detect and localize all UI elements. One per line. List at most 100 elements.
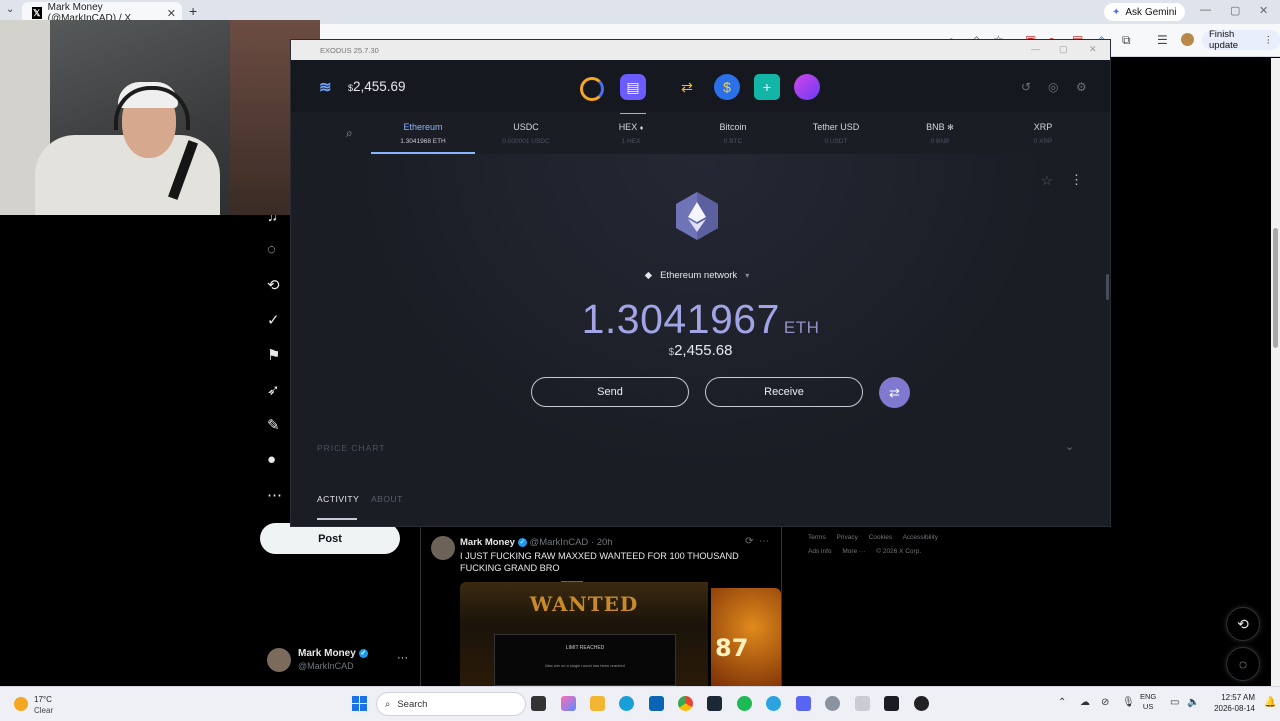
tray-network-off-icon[interactable]: ⊘: [1101, 697, 1109, 708]
copilot-icon[interactable]: [561, 696, 576, 711]
close-window-icon[interactable]: ✕: [1259, 4, 1268, 17]
steam-icon[interactable]: [707, 696, 722, 711]
send-button[interactable]: Send: [531, 377, 689, 407]
language-indicator[interactable]: ENG US: [1140, 692, 1156, 712]
tray-mic-icon[interactable]: 🎙: [1122, 697, 1135, 708]
favorite-star-icon[interactable]: ☆: [1041, 173, 1053, 189]
asset-tab-usdc[interactable]: USDC 0.000001 USDC: [474, 114, 578, 154]
history-icon[interactable]: ↺: [1021, 80, 1031, 94]
task-view-icon[interactable]: [531, 696, 546, 711]
network-selector[interactable]: ◆ Ethereum network ▾: [634, 264, 760, 286]
exodus-close-icon[interactable]: ✕: [1089, 44, 1097, 55]
portfolio-icon[interactable]: [580, 77, 604, 101]
nft-icon[interactable]: [794, 74, 820, 100]
obs-icon[interactable]: [914, 696, 929, 711]
wallet-icon[interactable]: ▤: [620, 74, 646, 100]
minimize-icon[interactable]: —: [1200, 4, 1211, 16]
tray-chevron-icon[interactable]: ⌃: [1058, 697, 1066, 708]
asset-tab-hex[interactable]: HEX ♦ 1 HEX: [579, 114, 683, 154]
grok-fab-icon[interactable]: ⟲: [1226, 607, 1260, 641]
exodus-logo-icon[interactable]: ≋: [319, 78, 332, 96]
tweet-time[interactable]: · 20h: [591, 537, 613, 548]
tab-close-icon[interactable]: ✕: [167, 7, 176, 20]
profile-settings-icon[interactable]: ◎: [1048, 80, 1058, 94]
exodus-taskbar-icon[interactable]: [884, 696, 899, 711]
start-button[interactable]: [352, 696, 367, 711]
page-scrollbar[interactable]: [1271, 58, 1280, 686]
taskbar-search[interactable]: ⌕ Search: [376, 692, 526, 716]
asset-tab-tether[interactable]: Tether USD 0 USDT: [784, 114, 888, 154]
tweet-handle[interactable]: @MarkInCAD: [530, 537, 589, 548]
asset-tab-ethereum[interactable]: Ethereum 1.3041968 ETH: [371, 114, 475, 154]
rocket-icon[interactable]: ➶: [267, 381, 280, 399]
file-explorer-icon[interactable]: [590, 696, 605, 711]
footer-more[interactable]: More ···: [842, 548, 865, 555]
edge-icon[interactable]: [619, 696, 634, 711]
system-clock[interactable]: 12:57 AM 2026-08-14: [1205, 692, 1255, 714]
tweet-avatar[interactable]: [431, 536, 455, 560]
visual-studio-icon[interactable]: [649, 696, 664, 711]
swap-button[interactable]: ⇄: [879, 377, 910, 408]
spotify-icon[interactable]: [737, 696, 752, 711]
exodus-scrollbar[interactable]: [1106, 274, 1109, 300]
weather-widget[interactable]: 17°C Clear: [12, 692, 82, 718]
account-more-icon[interactable]: ···: [397, 652, 408, 664]
coin-s-icon[interactable]: $: [714, 74, 740, 100]
messages-icon[interactable]: ◌: [267, 241, 276, 258]
footer-cookies[interactable]: Cookies: [869, 534, 892, 541]
ask-gemini-button[interactable]: ✦ Ask Gemini: [1104, 3, 1185, 21]
exodus-maximize-icon[interactable]: ▢: [1059, 44, 1068, 55]
chrome-icon[interactable]: [678, 696, 693, 711]
tweet[interactable]: Mark Money ✓ @MarkInCAD · 20h ⟳ ⋯ I JUST …: [420, 526, 782, 686]
extensions-puzzle-icon[interactable]: ⧉: [1122, 33, 1131, 48]
footer-privacy[interactable]: Privacy: [837, 534, 858, 541]
footer-terms[interactable]: Terms: [808, 534, 826, 541]
more-options-icon[interactable]: ⋮: [1070, 172, 1083, 188]
asset-tab-xrp[interactable]: XRP 0 XRP: [991, 114, 1095, 154]
exchange-icon[interactable]: ⇄: [674, 74, 700, 100]
profile-icon[interactable]: ●: [267, 451, 276, 468]
tray-network-icon[interactable]: ▭: [1170, 697, 1179, 708]
telegram-icon[interactable]: [766, 696, 781, 711]
page-scrollbar-thumb[interactable]: [1273, 228, 1278, 348]
new-tab-icon[interactable]: +: [189, 3, 197, 19]
finish-update-button[interactable]: Finish update ⋮: [1202, 29, 1280, 51]
chevron-down-icon[interactable]: ⌄: [1065, 440, 1074, 453]
drafts-icon[interactable]: ✎: [267, 416, 280, 434]
more-icon[interactable]: ⋯: [267, 486, 282, 504]
exodus-minimize-icon[interactable]: —: [1031, 44, 1040, 54]
asset-tab-bitcoin[interactable]: Bitcoin 0 BTC: [681, 114, 785, 154]
tab-about[interactable]: ABOUT: [371, 494, 403, 504]
bookmarks-icon[interactable]: ⚑: [267, 346, 280, 364]
account-switcher[interactable]: Mark Money ✓ @MarkInCAD ···: [267, 646, 417, 676]
tweet-media-image[interactable]: WANTED LIMIT REACHED Max win on a single…: [460, 582, 708, 686]
settings-app-icon[interactable]: [825, 696, 840, 711]
price-chart-toggle[interactable]: PRICE CHART: [317, 443, 385, 453]
verified-icon[interactable]: ✓: [267, 311, 280, 329]
tray-volume-icon[interactable]: 🔈: [1187, 697, 1199, 708]
plus-hex-icon[interactable]: +: [754, 74, 780, 100]
exodus-title: EXODUS 25.7.30: [320, 46, 379, 55]
tab-search-chevron-icon[interactable]: ⌄: [6, 4, 14, 15]
tweet-more-icon[interactable]: ⟳ ⋯: [745, 536, 769, 547]
tweet-author[interactable]: Mark Money: [460, 537, 515, 548]
footer-accessibility[interactable]: Accessibility: [903, 534, 938, 541]
notifications-bell-icon[interactable]: 🔔: [1264, 697, 1276, 708]
asset-tab-bnb[interactable]: BNB ✻ 0 BNB: [888, 114, 992, 154]
ask-gemini-label: Ask Gemini: [1125, 6, 1177, 18]
asset-search-icon[interactable]: ⌕: [346, 126, 353, 141]
discord-icon[interactable]: [796, 696, 811, 711]
footer-ads-info[interactable]: Ads info: [808, 548, 832, 555]
tab-activity[interactable]: ACTIVITY: [317, 494, 359, 504]
tray-app-icon[interactable]: ☁: [1080, 697, 1090, 708]
snipping-tool-icon[interactable]: [855, 696, 870, 711]
messages-fab-icon[interactable]: ◌: [1226, 647, 1260, 681]
receive-button[interactable]: Receive: [705, 377, 863, 407]
post-button[interactable]: Post: [260, 523, 400, 554]
reading-list-icon[interactable]: ☰: [1157, 33, 1168, 47]
settings-icon[interactable]: ⚙: [1076, 80, 1087, 94]
tweet-media-image-2[interactable]: 87: [711, 588, 781, 686]
maximize-icon[interactable]: ▢: [1230, 4, 1240, 17]
grok-icon[interactable]: ⟲: [267, 276, 280, 294]
profile-avatar[interactable]: [1181, 33, 1194, 46]
